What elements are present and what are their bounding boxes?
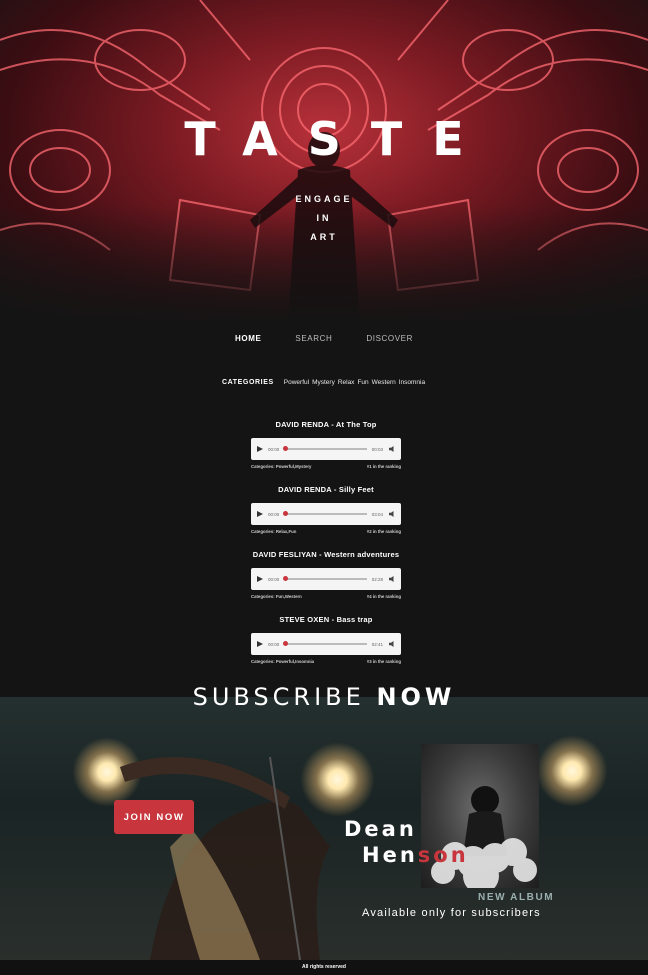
artist-last-name: Henson xyxy=(362,843,469,867)
track-title: DAVID FESLIYAN - Western adventures xyxy=(252,550,400,559)
track-ranking: #1 in the ranking xyxy=(366,464,401,469)
track-categories: Categories: Relax,Fun xyxy=(251,529,297,534)
available-text: Available only for subscribers xyxy=(362,907,541,919)
subscribe-title: SUBSCRIBE NOW xyxy=(0,683,648,711)
seek-knob[interactable] xyxy=(283,576,289,582)
footer-text: All rights reserved xyxy=(302,964,346,970)
track-ranking: #3 in the ranking xyxy=(366,659,401,664)
track-categories: Categories: Powerful,Insomnia xyxy=(251,659,315,664)
artist-first-name: Dean xyxy=(344,817,417,841)
categories-bar: CATEGORIES Powerful Mystery Relax Fun We… xyxy=(222,379,428,386)
track-ranking: #2 in the ranking xyxy=(366,529,401,534)
seek-knob[interactable] xyxy=(283,446,289,452)
hero-title: TASTE xyxy=(184,112,494,166)
audio-player: 00:00 00:03 xyxy=(251,438,401,460)
seek-knob[interactable] xyxy=(283,641,289,647)
volume-icon[interactable] xyxy=(389,511,394,517)
category-powerful[interactable]: Powerful xyxy=(284,379,309,386)
nav-discover[interactable]: DISCOVER xyxy=(362,334,417,343)
track-card: DAVID RENDA - At The Top 00:00 00:03 Cat… xyxy=(251,420,401,469)
play-icon[interactable] xyxy=(257,446,263,452)
audio-player: 00:00 03:04 xyxy=(251,503,401,525)
current-time: 00:00 xyxy=(268,576,280,582)
play-icon[interactable] xyxy=(257,641,263,647)
track-meta: Categories: Fun,Western #4 in the rankin… xyxy=(251,594,401,599)
seek-bar[interactable] xyxy=(283,641,367,647)
join-now-button[interactable]: JOIN NOW xyxy=(114,800,194,834)
artist-last-name-white: Hen xyxy=(362,843,418,867)
category-relax[interactable]: Relax xyxy=(338,379,355,386)
main-nav: HOME SEARCH DISCOVER xyxy=(0,334,648,343)
track-card: DAVID RENDA - Silly Feet 00:00 03:04 Cat… xyxy=(251,485,401,534)
duration: 02:41 xyxy=(371,641,383,647)
hero-subtitle-line: IN xyxy=(316,213,332,223)
duration: 03:04 xyxy=(371,511,383,517)
current-time: 00:00 xyxy=(268,446,280,452)
hero-subtitle-line: ENGAGE xyxy=(295,194,353,204)
footer: All rights reserved xyxy=(0,960,648,975)
play-icon[interactable] xyxy=(257,511,263,517)
seek-bar[interactable] xyxy=(283,576,367,582)
hero-subtitle-line: ART xyxy=(310,232,338,242)
seek-bar[interactable] xyxy=(283,446,367,452)
track-title: DAVID RENDA - At The Top xyxy=(275,420,377,429)
seek-knob[interactable] xyxy=(283,511,289,517)
new-album-label: NEW ALBUM xyxy=(478,892,555,903)
current-time: 00:00 xyxy=(268,641,280,647)
audio-player: 00:00 02:28 xyxy=(251,568,401,590)
track-meta: Categories: Relax,Fun #2 in the ranking xyxy=(251,529,401,534)
guitarist-silhouette xyxy=(120,756,330,960)
track-meta: Categories: Powerful,Mystery #1 in the r… xyxy=(251,464,401,469)
concert-background xyxy=(0,697,648,960)
track-ranking: #4 in the ranking xyxy=(366,594,401,599)
category-western[interactable]: Western xyxy=(372,379,396,386)
volume-icon[interactable] xyxy=(389,576,394,582)
duration: 02:28 xyxy=(371,576,383,582)
play-icon[interactable] xyxy=(257,576,263,582)
volume-icon[interactable] xyxy=(389,446,394,452)
artist-last-name-red: son xyxy=(417,843,469,867)
volume-icon[interactable] xyxy=(389,641,394,647)
categories-label: CATEGORIES xyxy=(222,379,274,386)
audio-player: 00:00 02:41 xyxy=(251,633,401,655)
category-fun[interactable]: Fun xyxy=(357,379,368,386)
seek-bar[interactable] xyxy=(283,511,367,517)
duration: 00:03 xyxy=(371,446,383,452)
track-meta: Categories: Powerful,Insomnia #3 in the … xyxy=(251,659,401,664)
hero-subtitle: ENGAGE IN ART xyxy=(0,190,648,247)
track-card: DAVID FESLIYAN - Western adventures 00:0… xyxy=(251,550,401,599)
nav-search[interactable]: SEARCH xyxy=(291,334,336,343)
nav-home[interactable]: HOME xyxy=(231,334,265,343)
track-title: DAVID RENDA - Silly Feet xyxy=(278,485,374,494)
category-mystery[interactable]: Mystery xyxy=(312,379,335,386)
track-categories: Categories: Fun,Western xyxy=(251,594,302,599)
track-title: STEVE OXEN - Bass trap xyxy=(279,615,373,624)
subscribe-title-light: SUBSCRIBE xyxy=(192,683,365,711)
track-categories: Categories: Powerful,Mystery xyxy=(251,464,312,469)
category-insomnia[interactable]: Insomnia xyxy=(399,379,425,386)
hero-banner: TASTE ENGAGE IN ART xyxy=(0,0,648,325)
subscribe-title-bold: NOW xyxy=(376,683,456,711)
current-time: 00:00 xyxy=(268,511,280,517)
track-card: STEVE OXEN - Bass trap 00:00 02:41 Categ… xyxy=(251,615,401,664)
